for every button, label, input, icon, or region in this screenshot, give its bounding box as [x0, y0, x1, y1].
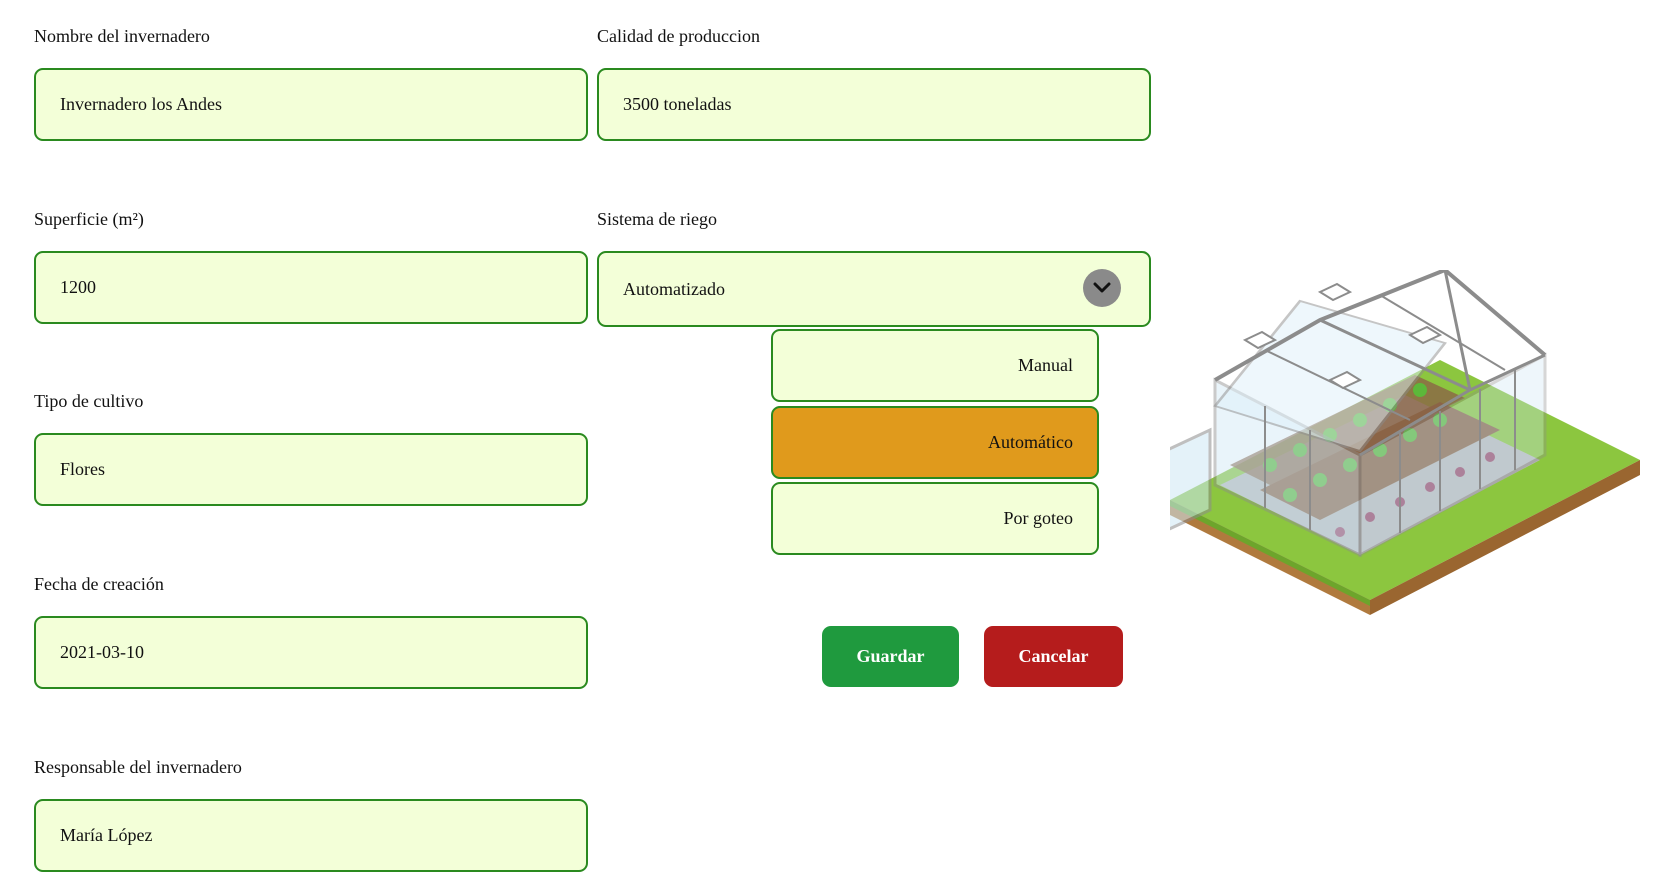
name-field[interactable] [34, 68, 588, 141]
date-label: Fecha de creación [34, 574, 164, 594]
greenhouse-illustration [1170, 270, 1640, 615]
date-input[interactable] [60, 642, 586, 663]
cancel-button[interactable]: Cancelar [984, 626, 1123, 687]
save-button[interactable]: Guardar [822, 626, 959, 687]
irrigation-select[interactable]: Automatizado [597, 251, 1151, 327]
name-label: Nombre del invernadero [34, 26, 210, 46]
irrigation-selected-value: Automatizado [623, 278, 725, 299]
quality-field[interactable] [597, 68, 1151, 141]
name-input[interactable] [60, 94, 586, 115]
irrigation-label: Sistema de riego [597, 209, 717, 229]
manager-field[interactable] [34, 799, 588, 872]
dropdown-option-manual[interactable]: Manual [771, 329, 1099, 402]
dropdown-option-por-goteo[interactable]: Por goteo [771, 482, 1099, 555]
area-label: Superficie (m²) [34, 209, 144, 229]
quality-label: Calidad de produccion [597, 26, 760, 46]
quality-input[interactable] [623, 94, 1149, 115]
area-input[interactable] [60, 277, 586, 298]
crop-label: Tipo de cultivo [34, 391, 144, 411]
crop-input[interactable] [60, 459, 586, 480]
date-field[interactable] [34, 616, 588, 689]
area-field[interactable] [34, 251, 588, 324]
greenhouse-form-page: Nombre del invernadero Superficie (m²) T… [0, 0, 1660, 887]
manager-label: Responsable del invernadero [34, 757, 242, 777]
manager-input[interactable] [60, 825, 586, 846]
dropdown-option-automatico[interactable]: Automático [771, 406, 1099, 479]
crop-field[interactable] [34, 433, 588, 506]
chevron-down-icon[interactable] [1083, 269, 1121, 307]
